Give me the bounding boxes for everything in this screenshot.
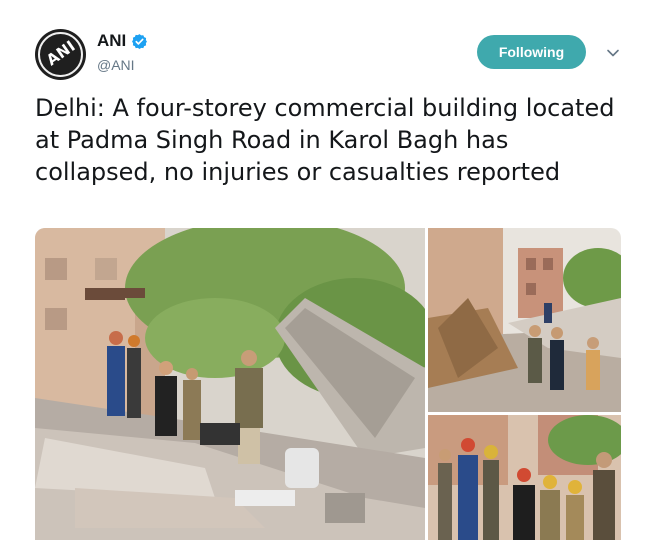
account-avatar[interactable]: ANI [35,29,86,80]
tweet-text: Delhi: A four-storey commercial building… [35,94,615,186]
tweet-media-grid [35,228,621,540]
photo-collapse-top-right[interactable] [428,228,621,412]
display-name[interactable]: ANI [97,31,126,51]
account-handle[interactable]: @ANI [97,57,135,73]
verified-badge-icon [132,33,148,49]
photo-collapse-bottom-right[interactable] [428,415,621,540]
following-button[interactable]: Following [477,35,586,69]
photo-collapse-main[interactable] [35,228,425,540]
chevron-down-icon[interactable] [606,46,620,60]
account-name-row: ANI [97,31,148,51]
